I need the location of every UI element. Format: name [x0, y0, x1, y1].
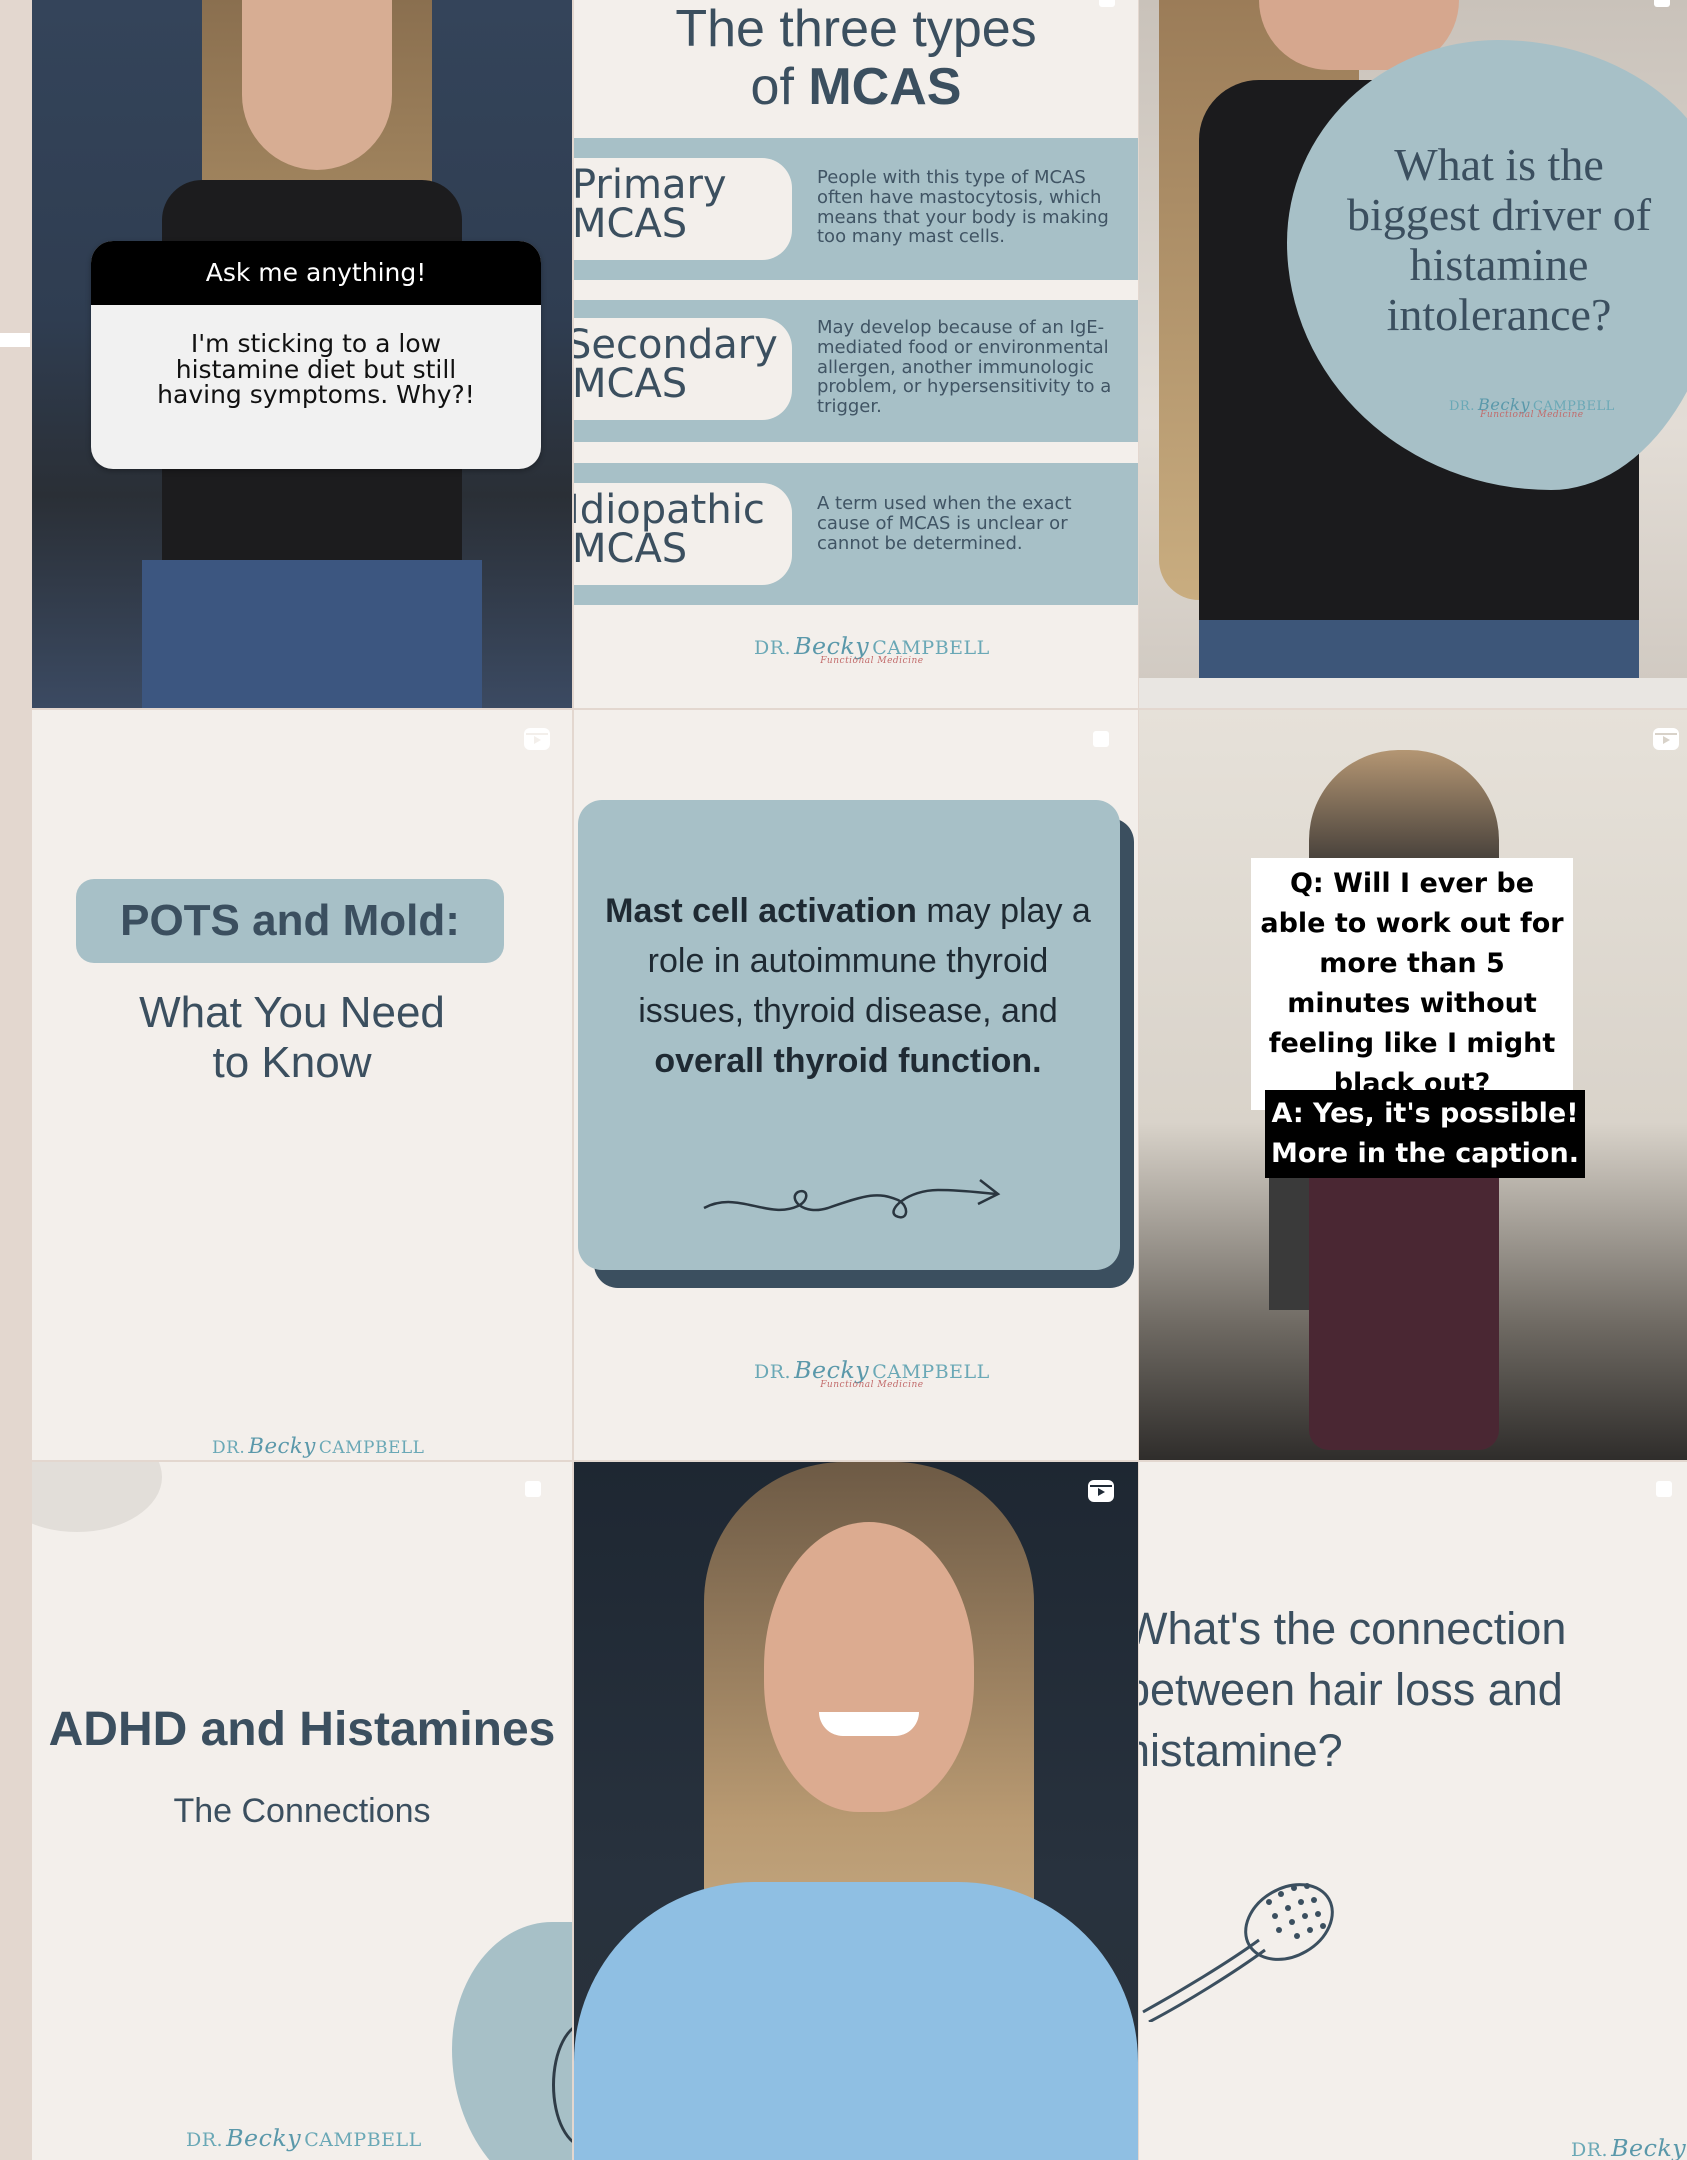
question-sticker-header: Ask me anything!: [91, 241, 541, 305]
person-shirt: [574, 1882, 1138, 2160]
grid-tile-1[interactable]: Ask me anything! I'm sticking to a low h…: [32, 0, 572, 708]
workout-question: Q: Will I ever be able to work out for m…: [1251, 858, 1573, 1110]
question-sticker: Ask me anything! I'm sticking to a low h…: [91, 241, 541, 469]
mast-cell-text: Mast cell activation may play a role in …: [605, 892, 1091, 1080]
brand-logo: DR. Becky CAMPBELL: [186, 2124, 422, 2152]
grid-tile-7[interactable]: ADHD and Histamines The Connections DR. B…: [32, 1462, 572, 2160]
histamine-question: What is the biggest driver of histamine …: [1346, 139, 1652, 340]
hair-loss-question: What's the connection between hair loss …: [1139, 1603, 1567, 1776]
person-jeans: [142, 560, 482, 708]
mcas-desc-primary: People with this type of MCAS often have…: [817, 167, 1109, 248]
mcas-title-line2: of MCAS: [750, 58, 962, 116]
carousel-icon[interactable]: [1096, 0, 1120, 12]
squiggle-arrow-icon: [703, 1179, 1001, 1219]
adhd-subtitle: The Connections: [173, 1792, 431, 1830]
left-edge-strip: [0, 0, 32, 2160]
grid-tile-6[interactable]: Q: Will I ever be able to work out for m…: [1139, 710, 1687, 1460]
person-jeans: [1199, 620, 1639, 680]
mcas-pill-primary: Primary MCAS: [574, 158, 792, 260]
brand-logo: DR. Becky: [1571, 2134, 1687, 2160]
mcas-desc-idiopathic: A term used when the exact cause of MCAS…: [817, 493, 1072, 554]
mcas-pill-idiopathic: Idiopathic MCAS: [574, 483, 792, 585]
grid-tile-4[interactable]: POTS and Mold: What You Need to Know DR.…: [32, 710, 572, 1460]
question-sticker-text: I'm sticking to a low histamine diet but…: [157, 329, 475, 409]
adhd-title: ADHD and Histamines: [48, 1703, 556, 1756]
brand-logo: DR. Becky CAMPBELL Functional Medicine: [754, 1356, 990, 1390]
carousel-icon[interactable]: [1653, 1478, 1677, 1502]
carousel-icon[interactable]: [522, 1478, 546, 1502]
pots-title-pill: POTS and Mold:: [76, 879, 504, 963]
mcas-title-line1: The three types: [675, 0, 1037, 58]
mcas-title: The three types of MCAS: [574, 0, 1138, 116]
corner-blob: [32, 1462, 162, 1532]
hairbrush-icon: [1142, 1883, 1334, 2022]
workout-answer: A: Yes, it's possible! More in the capti…: [1265, 1090, 1585, 1178]
person-face: [764, 1522, 974, 1812]
grid-tile-9[interactable]: What's the connection between hair loss …: [1139, 1462, 1687, 2160]
person-face: [242, 0, 392, 170]
reel-icon[interactable]: [1651, 726, 1681, 752]
pots-subtitle: What You Need to Know: [139, 988, 445, 1087]
grid-tile-8[interactable]: [574, 1462, 1138, 2160]
brand-logo: DR. Becky CAMPBELL Functional Medicine: [754, 632, 990, 666]
reel-icon[interactable]: [1086, 1478, 1116, 1504]
reel-icon[interactable]: [522, 726, 552, 752]
brand-logo: DR. Becky CAMPBELL: [212, 1434, 425, 1459]
grid-tile-5[interactable]: Mast cell activation may play a role in …: [574, 710, 1138, 1460]
carousel-icon[interactable]: [1651, 0, 1675, 12]
mcas-desc-secondary: May develop because of an IgE-mediated f…: [817, 317, 1112, 418]
mcas-pill-secondary: Secondary MCAS: [574, 318, 792, 420]
photo-bottom-strip: [1139, 678, 1687, 708]
blue-blob: [452, 1922, 572, 2160]
person-smile: [819, 1712, 919, 1736]
left-edge-marker: [0, 333, 30, 347]
grid-tile-3[interactable]: What is the biggest driver of histamine …: [1139, 0, 1687, 708]
grid-tile-2[interactable]: The three types of MCAS Primary MCAS Peo…: [574, 0, 1138, 708]
brand-logo: DR. Becky CAMPBELL Functional Medicine: [1449, 395, 1615, 420]
carousel-icon[interactable]: [1090, 728, 1114, 752]
